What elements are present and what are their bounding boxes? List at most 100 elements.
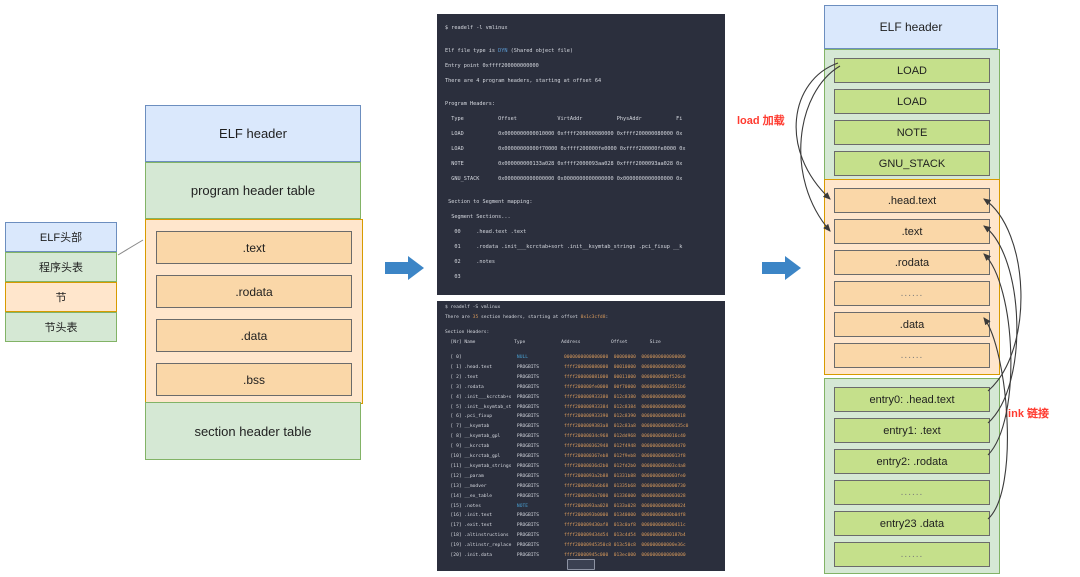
right-shentry-1: entry1: .text [834,418,990,443]
terminal-line: There are 4 program headers, starting at… [445,78,602,84]
section-header-row: [12] __param PROGBITS ffff2000093a2b88 0… [445,473,692,479]
step-arrow-1 [385,256,424,280]
section-header-row: [ 0] NULL 0000000000000000 00000000 0000… [445,355,692,360]
right-shentry-ellipsis-1: ...... [834,480,990,505]
left-program-header-table-label: program header table [190,183,316,198]
left-elf-header-label: ELF header [219,126,287,141]
terminal-line: $ readelf -S vmlinux [445,305,501,310]
right-section-label: ...... [900,288,924,299]
annotation-link: link 链接 [1005,405,1049,421]
terminal-line: $ readelf -l vmlinux [445,25,508,31]
right-section-ellipsis-1: ...... [834,281,990,306]
terminal-line: 01 .rodata .init___kcrctab+sort .init__k… [445,244,683,250]
right-elf-header-label: ELF header [879,20,943,34]
terminal-line: LOAD 0x0000000000010000 0xffff2000000800… [445,131,683,137]
section-header-row: [ 2] .text PROGBITS ffff200000081000 000… [445,374,692,380]
annotation-load-label: load 加载 [737,115,785,127]
mini-item-label: 节头表 [44,322,78,334]
left-sections-container: .text .rodata .data .bss [145,219,363,404]
terminal-line: 00 .head.text .text [445,229,527,235]
terminal-line: Type Offset VirtAddr PhysAddr Fi [445,116,683,122]
right-segment-label: LOAD [897,64,927,77]
elf-loaded-layout: ELF header LOAD LOAD NOTE GNU_STACK .hea… [824,5,1000,574]
right-elf-header: ELF header [824,5,998,49]
section-header-row: [ 6] .pci_fixup PROGBITS ffff20000093339… [445,414,692,420]
section-header-row: [ 3] .rodata PROGBITS ffff200000fe0000 0… [445,384,692,390]
right-segment-gnu-stack: GNU_STACK [834,151,990,176]
right-segment-label: LOAD [897,95,927,108]
section-header-row: [ 5] .init__ksymtab_st PROGBITS ffff2000… [445,404,692,410]
section-header-row: [16] .init.text PROGBITS ffff2000093b000… [445,513,692,519]
right-section-label: .head.text [887,194,937,207]
right-shentry-ellipsis-2: ...... [834,542,990,567]
right-shentry-label: entry0: .head.text [869,393,955,406]
right-segment-load-0: LOAD [834,58,990,83]
right-shentry-label: ...... [900,549,924,560]
section-header-row: [20] .init.data PROGBITS ffff20000945c00… [445,553,692,558]
left-section-label: .data [240,328,268,343]
section-header-row: [ 4] .init___kcrctab+s PROGBITS ffff2000… [445,394,692,400]
right-section-text: .text [834,219,990,244]
right-segment-load-1: LOAD [834,89,990,114]
terminal-line: [Nr] Name Type Address Offset Size [445,340,661,345]
left-section-rodata: .rodata [156,275,352,308]
diagram-canvas: ELF头部 程序头表 节 节头表 ELF header program head… [0,0,1080,577]
step-arrow-2 [762,256,801,280]
right-segment-note: NOTE [834,120,990,145]
right-shentry-label: ...... [900,487,924,498]
terminal-readelf-l: $ readelf -l vmlinux Elf file type is DYN… [437,14,725,295]
left-section-label: .text [242,240,266,255]
right-shentry-label: entry2: .rodata [876,455,948,468]
annotation-load: load 加载 [737,112,785,128]
section-header-row: [ 9] __kcrctab PROGBITS ffff200000362948… [445,444,692,450]
terminal-line: 03 [445,274,461,280]
terminal-line: Program Headers: [445,101,495,107]
mini-item-elf-header: ELF头部 [5,222,117,252]
elf-file-layout: ELF header program header table .text .r… [145,105,363,460]
section-header-row: [15] .notes NOTE ffff2000093aa028 0133a0… [445,503,692,509]
mini-item-section-header-table: 节头表 [5,312,117,342]
mini-item-program-header-table: 程序头表 [5,252,117,282]
right-sections-container: .head.text .text .rodata ...... .data ..… [824,179,1000,375]
section-header-row: [10] __kcrctab_gpl PROGBITS ffff20000036… [445,454,692,459]
terminal-scroll-pill[interactable] [567,559,595,570]
terminal-line: Section Headers: [445,330,490,335]
right-section-label: .rodata [894,256,930,269]
terminal-line: Section to Segment mapping: [445,199,533,205]
left-section-data: .data [156,319,352,352]
section-header-row: [11] __ksymtab_strings PROGBITS ffff2000… [445,463,692,469]
left-section-text: .text [156,231,352,264]
right-section-head-text: .head.text [834,188,990,213]
left-section-header-table: section header table [145,402,361,460]
terminal-line: NOTE 0x000000000133a028 0xffff2000093aa0… [445,161,683,167]
terminal-line: Entry point 0xffff200000000000 [445,63,539,69]
right-shentry-label: entry1: .text [883,424,941,437]
annotation-link-label: link 链接 [1005,408,1050,420]
section-header-row: [ 1] .head.text PROGBITS ffff20000008000… [445,364,692,370]
left-section-label: .rodata [235,284,273,299]
terminal-line: Elf file type is DYN (Shared object file… [445,48,574,54]
right-shentry-label: entry23 .data [879,517,945,530]
terminal-line: GNU_STACK 0x0000000000000000 0x000000000… [445,176,683,182]
mini-item-label: 程序头表 [39,262,83,274]
right-section-data: .data [834,312,990,337]
connector-mini-to-left [117,239,144,256]
terminal-line: There are 35 section headers, starting a… [445,315,609,320]
left-section-bss: .bss [156,363,352,396]
left-section-label: .bss [242,372,265,387]
left-elf-header: ELF header [145,105,361,162]
section-header-row: [18] .altinstructions PROGBITS ffff20000… [445,533,692,539]
mini-item-sections: 节 [5,282,117,312]
right-shentry-0: entry0: .head.text [834,387,990,412]
right-section-ellipsis-2: ...... [834,343,990,368]
left-section-header-table-label: section header table [194,423,312,439]
mini-item-label: ELF头部 [39,232,83,244]
right-shentry-2: entry2: .rodata [834,449,990,474]
right-section-label: ...... [900,350,924,361]
section-header-row: [13] __modver PROGBITS ffff2000093a6b68 … [445,483,692,489]
right-section-rodata: .rodata [834,250,990,275]
terminal-line: LOAD 0x00000000000f70000 0xffff200000fe0… [445,146,686,152]
right-segment-label: GNU_STACK [878,157,946,170]
mini-elf-layout: ELF头部 程序头表 节 节头表 [5,222,117,342]
right-section-headers-container: entry0: .head.text entry1: .text entry2:… [824,378,1000,574]
